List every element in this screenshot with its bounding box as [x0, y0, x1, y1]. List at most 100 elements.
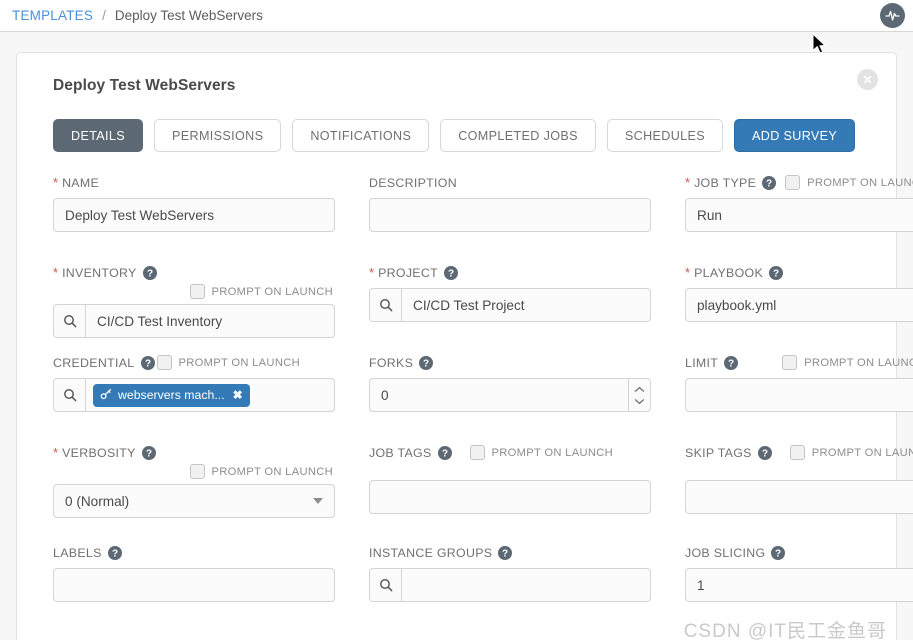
- prompt-on-launch-label: PROMPT ON LAUNCH: [211, 465, 333, 478]
- field-name-label-row: * NAME: [53, 174, 335, 191]
- help-icon[interactable]: ?: [437, 445, 452, 460]
- help-icon[interactable]: ?: [498, 545, 513, 560]
- tab-details[interactable]: DETAILS: [53, 119, 144, 152]
- tab-add-survey[interactable]: ADD SURVEY: [734, 119, 856, 152]
- help-icon[interactable]: ?: [140, 355, 155, 370]
- instance-groups-lookup[interactable]: [369, 568, 651, 602]
- search-icon[interactable]: [370, 289, 402, 321]
- field-job-slicing-control: 1: [685, 568, 913, 602]
- help-icon[interactable]: ?: [762, 175, 777, 190]
- limit-input[interactable]: [685, 378, 913, 412]
- prompt-on-launch-label: PROMPT ON LAUNCH: [804, 356, 913, 369]
- help-icon[interactable]: ?: [107, 545, 122, 560]
- svg-text:?: ?: [423, 358, 429, 369]
- field-skip-tags: SKIP TAGS ? PROMPT ON LAUNCH: [685, 444, 913, 544]
- credential-chip-area: webservers mach... ✖: [86, 379, 334, 411]
- field-verbosity: * VERBOSITY ? PROMPT ON LAUNCH 0 (Normal…: [53, 444, 335, 544]
- inventory-value: CI/CD Test Inventory: [97, 313, 223, 329]
- help-icon[interactable]: ?: [419, 355, 434, 370]
- credential-chip-label: webservers mach...: [118, 388, 225, 402]
- search-icon[interactable]: [370, 569, 402, 601]
- project-value: CI/CD Test Project: [413, 297, 525, 313]
- remove-icon[interactable]: ✖: [233, 388, 243, 402]
- field-job-tags-control: [369, 480, 651, 514]
- activity-pulse-icon[interactable]: [880, 3, 905, 28]
- inventory-lookup[interactable]: CI/CD Test Inventory: [53, 304, 335, 338]
- prompt-on-launch-checkbox[interactable]: [469, 445, 485, 460]
- field-description-label-row: DESCRIPTION: [369, 174, 651, 191]
- field-skip-tags-control: [685, 480, 913, 514]
- search-icon[interactable]: [54, 379, 86, 411]
- field-limit: LIMIT ? PROMPT ON LAUNCH: [685, 354, 913, 444]
- field-credential-control: webservers mach... ✖: [53, 378, 335, 412]
- tab-label: ADD SURVEY: [752, 128, 838, 143]
- field-job-tags: JOB TAGS ? PROMPT ON LAUNCH: [369, 444, 651, 544]
- field-label: INSTANCE GROUPS: [369, 545, 493, 560]
- tab-bar: DETAILS PERMISSIONS NOTIFICATIONS COMPLE…: [53, 119, 874, 152]
- tab-schedules[interactable]: SCHEDULES: [606, 119, 724, 152]
- description-input[interactable]: [369, 198, 651, 232]
- verbosity-select[interactable]: 0 (Normal): [53, 484, 335, 518]
- svg-text:?: ?: [448, 268, 454, 279]
- forks-stepper[interactable]: 0: [369, 378, 651, 412]
- breadcrumb-templates-link[interactable]: TEMPLATES: [12, 8, 93, 23]
- field-job-slicing: JOB SLICING ? 1: [685, 544, 913, 634]
- tab-completed-jobs[interactable]: COMPLETED JOBS: [440, 119, 596, 152]
- prompt-on-launch-checkbox[interactable]: [189, 464, 205, 479]
- svg-text:?: ?: [441, 448, 447, 459]
- tab-permissions[interactable]: PERMISSIONS: [154, 119, 282, 152]
- field-verbosity-label-row: * VERBOSITY ?: [53, 444, 335, 461]
- skip-tags-input[interactable]: [685, 480, 913, 514]
- tab-notifications[interactable]: NOTIFICATIONS: [292, 119, 430, 152]
- job-slicing-stepper[interactable]: 1: [685, 568, 913, 602]
- field-project-label-row: * PROJECT ?: [369, 264, 651, 281]
- svg-text:?: ?: [147, 268, 153, 279]
- help-icon[interactable]: ?: [444, 265, 458, 280]
- required-indicator: *: [53, 175, 59, 190]
- skip-tags-prompt-on-launch: PROMPT ON LAUNCH: [789, 445, 913, 460]
- required-indicator: *: [369, 265, 375, 280]
- breadcrumb-current: Deploy Test WebServers: [114, 8, 263, 23]
- field-job-type-label-row: * JOB TYPE ? PROMPT ON LAUNCH: [685, 174, 913, 191]
- field-inventory-label-row: * INVENTORY ?: [53, 264, 335, 281]
- help-icon[interactable]: ?: [769, 265, 784, 280]
- template-details-form: * NAME Deploy Test WebServers DESCRIPTIO…: [39, 174, 913, 634]
- playbook-selected-value: playbook.yml: [697, 297, 777, 313]
- help-icon[interactable]: ?: [771, 545, 786, 560]
- close-icon[interactable]: [857, 69, 878, 90]
- credential-lookup[interactable]: webservers mach... ✖: [53, 378, 335, 412]
- verbosity-prompt-on-launch: PROMPT ON LAUNCH: [53, 462, 335, 481]
- help-icon[interactable]: ?: [757, 445, 772, 460]
- chevron-up-icon[interactable]: [634, 386, 645, 393]
- inventory-prompt-on-launch: PROMPT ON LAUNCH: [53, 282, 335, 301]
- help-icon[interactable]: ?: [142, 265, 157, 280]
- field-forks-label-row: FORKS ?: [369, 354, 651, 371]
- field-name-control: Deploy Test WebServers: [53, 198, 335, 232]
- field-label: JOB TYPE: [694, 175, 757, 190]
- prompt-on-launch-checkbox[interactable]: [789, 445, 805, 460]
- svg-text:?: ?: [502, 548, 508, 559]
- prompt-on-launch-checkbox[interactable]: [782, 355, 798, 370]
- prompt-on-launch-checkbox[interactable]: [785, 175, 801, 190]
- labels-input[interactable]: [53, 568, 335, 602]
- project-lookup[interactable]: CI/CD Test Project: [369, 288, 651, 322]
- chevron-down-icon[interactable]: [634, 398, 645, 405]
- required-indicator: *: [685, 175, 691, 190]
- playbook-select[interactable]: playbook.yml: [685, 288, 913, 322]
- help-icon[interactable]: ?: [724, 355, 739, 370]
- tab-label: SCHEDULES: [624, 128, 706, 143]
- field-inventory: * INVENTORY ? PROMPT ON LAUNCH CI/CD Tes…: [53, 264, 335, 354]
- help-icon[interactable]: ?: [141, 445, 156, 460]
- prompt-on-launch-checkbox[interactable]: [156, 355, 172, 370]
- prompt-on-launch-checkbox[interactable]: [189, 284, 205, 299]
- field-label: VERBOSITY: [62, 445, 136, 460]
- search-icon[interactable]: [54, 305, 86, 337]
- field-playbook-control: playbook.yml: [685, 288, 913, 322]
- job-type-select[interactable]: Run: [685, 198, 913, 232]
- name-input[interactable]: Deploy Test WebServers: [53, 198, 335, 232]
- field-playbook: * PLAYBOOK ? playbook.yml: [685, 264, 913, 354]
- instance-groups-value: [402, 569, 650, 601]
- svg-text:?: ?: [766, 178, 772, 189]
- field-credential: CREDENTIAL ? PROMPT ON LAUNCH webservers…: [53, 354, 335, 444]
- job-tags-input[interactable]: [369, 480, 651, 514]
